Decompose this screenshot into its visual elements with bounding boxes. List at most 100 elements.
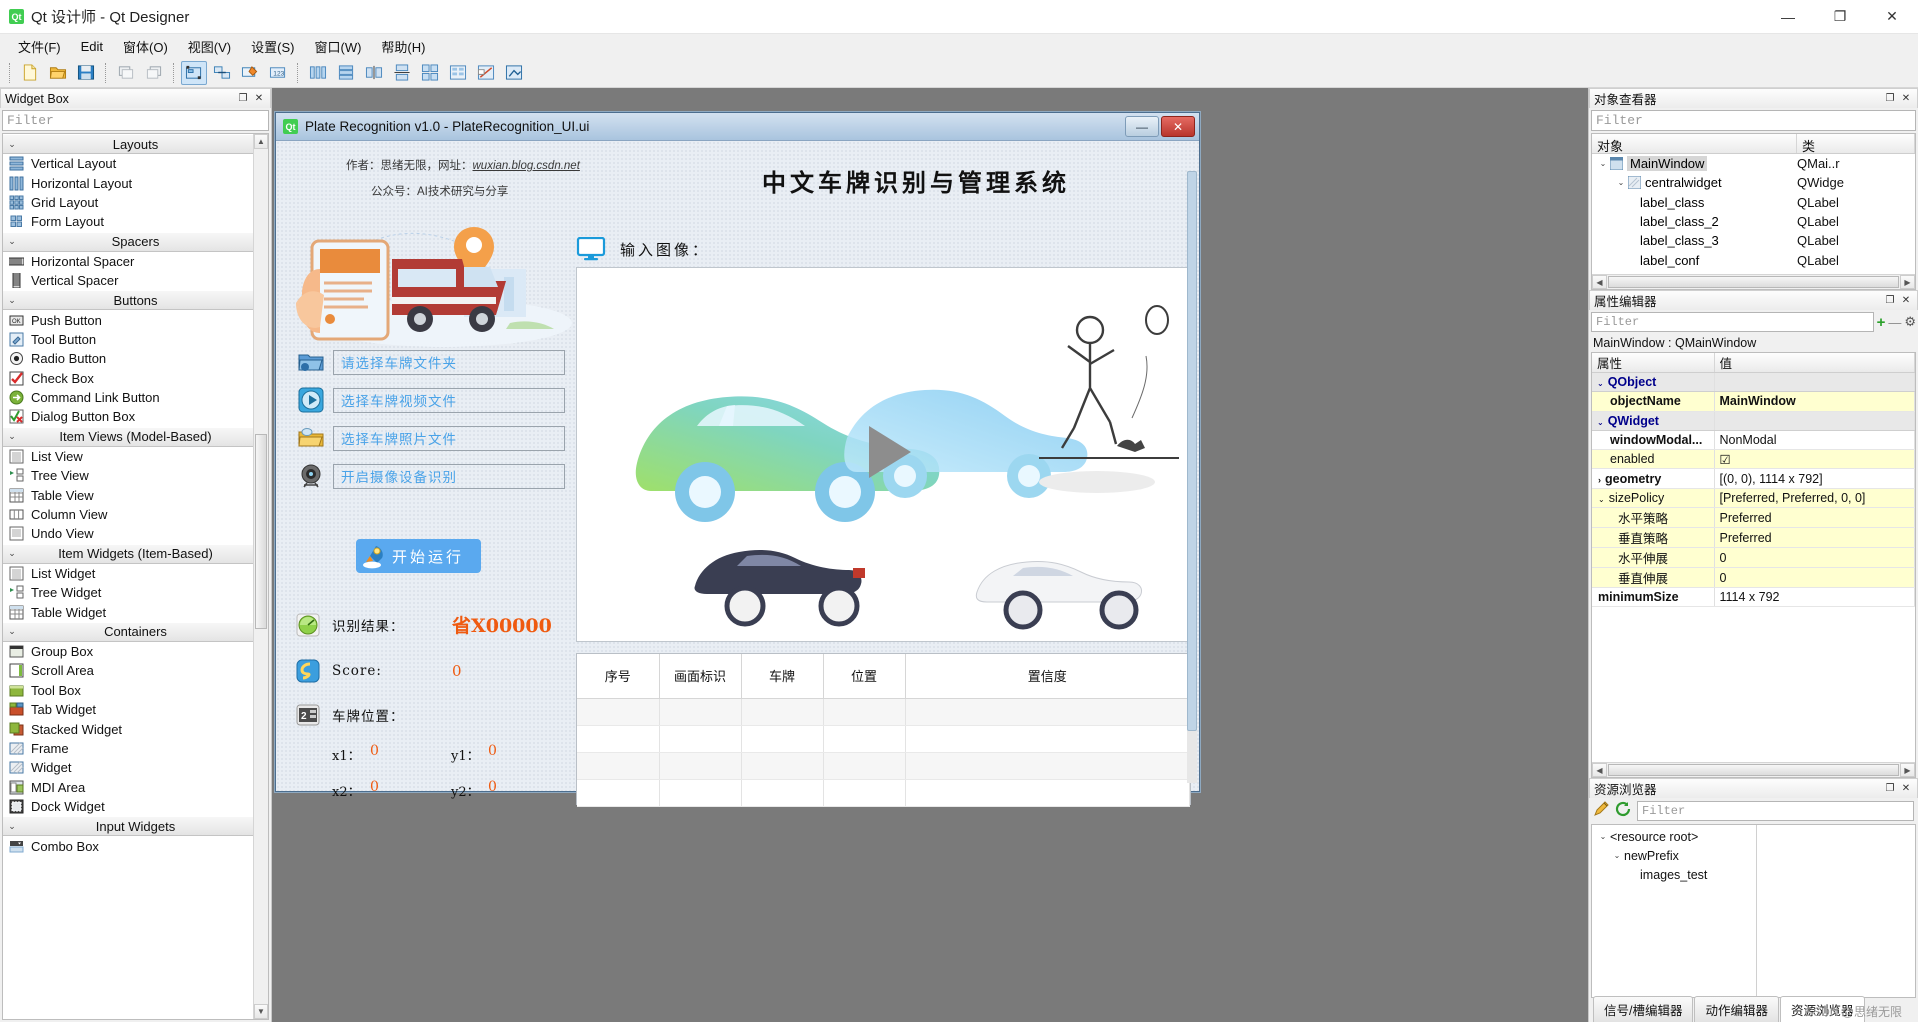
widget-item-horizontal-layout[interactable]: Horizontal Layout	[3, 173, 268, 192]
layout-horizontally-button[interactable]	[305, 61, 331, 85]
image-preview-area[interactable]	[576, 267, 1191, 642]
chevron-down-icon[interactable]: ⌄	[1597, 418, 1604, 427]
resource-tree-root[interactable]: ⌄ <resource root>	[1592, 827, 1756, 846]
configure-property-button[interactable]: ⚙	[1904, 314, 1916, 330]
scrollbar-thumb[interactable]	[1608, 764, 1899, 776]
property-value[interactable]: NonModal	[1714, 430, 1915, 451]
form-close-button[interactable]: ✕	[1161, 116, 1195, 137]
edit-buddies-button[interactable]	[237, 61, 263, 85]
widget-item-radio-button[interactable]: Radio Button	[3, 349, 268, 368]
col-value[interactable]: 值	[1714, 353, 1915, 373]
th-position[interactable]: 位置	[823, 654, 906, 699]
property-value[interactable]: Preferred	[1714, 527, 1915, 549]
col-class[interactable]: 类	[1797, 134, 1915, 154]
property-table-hscrollbar[interactable]: ◀ ▶	[1592, 762, 1915, 777]
widget-item-mdi-area[interactable]: MDI Area	[3, 778, 268, 797]
add-property-button[interactable]: +	[1877, 314, 1886, 331]
property-table-wrapper[interactable]: 属性 值 ⌄ QObject objectName MainWindow ⌄ Q…	[1591, 352, 1916, 778]
chevron-down-icon[interactable]: ⌄	[1596, 832, 1610, 841]
object-tree-row-mainwindow[interactable]: ⌄ MainWindow QMai..r	[1592, 154, 1915, 173]
col-property[interactable]: 属性	[1592, 353, 1715, 373]
property-row-sizepolicy[interactable]: ⌄ sizePolicy [Preferred, Preferred, 0, 0]	[1592, 488, 1915, 509]
widget-item-form-layout[interactable]: Form Layout	[3, 212, 268, 231]
widget-item-group-box[interactable]: Group Box	[3, 642, 268, 661]
scroll-right-icon[interactable]: ▶	[1900, 275, 1915, 289]
scroll-up-icon[interactable]: ▲	[254, 134, 268, 149]
property-group-qobject[interactable]: ⌄ QObject	[1592, 372, 1915, 393]
chevron-down-icon[interactable]: ⌄	[1598, 495, 1605, 504]
th-index[interactable]: 序号	[577, 654, 660, 699]
scroll-left-icon[interactable]: ◀	[1592, 275, 1607, 289]
float-icon[interactable]: ❐	[236, 92, 250, 106]
maximize-button[interactable]: ❐	[1814, 0, 1866, 34]
property-row-windowmodality[interactable]: windowModal... NonModal	[1592, 430, 1915, 451]
widget-category-spacers[interactable]: ⌄ Spacers	[3, 231, 268, 252]
pencil-icon[interactable]	[1593, 801, 1610, 821]
th-plate[interactable]: 车牌	[741, 654, 824, 699]
layout-vertically-button[interactable]	[333, 61, 359, 85]
save-form-button[interactable]	[73, 61, 99, 85]
resource-preview-pane[interactable]	[1757, 825, 1915, 997]
float-icon[interactable]: ❐	[1883, 782, 1897, 796]
col-object[interactable]: 对象	[1592, 134, 1797, 154]
widget-item-list-view[interactable]: List View	[3, 447, 268, 466]
property-value[interactable]: Preferred	[1714, 507, 1915, 529]
property-row-geometry[interactable]: › geometry [(0, 0), 1114 x 792]	[1592, 468, 1915, 489]
property-value[interactable]: [(0, 0), 1114 x 792]	[1714, 468, 1915, 489]
property-group-qwidget[interactable]: ⌄ QWidget	[1592, 411, 1915, 431]
widget-item-combo-box[interactable]: Combo Box	[3, 836, 268, 855]
form-window[interactable]: Qt Plate Recognition v1.0 - PlateRecogni…	[275, 112, 1200, 807]
widget-category-input-widgets[interactable]: ⌄ Input Widgets	[3, 816, 268, 837]
widget-category-layouts[interactable]: ⌄ Layouts	[3, 134, 268, 154]
design-area[interactable]: Qt Plate Recognition v1.0 - PlateRecogni…	[272, 88, 1588, 1022]
edit-signals-slots-button[interactable]	[209, 61, 235, 85]
widget-item-table-view[interactable]: Table View	[3, 485, 268, 504]
undo-button[interactable]	[113, 61, 139, 85]
widget-item-vertical-layout[interactable]: Vertical Layout	[3, 154, 268, 173]
property-value[interactable]: ☑	[1714, 449, 1915, 470]
th-confidence[interactable]: 置信度	[905, 654, 1190, 699]
scrollbar-thumb[interactable]	[255, 434, 267, 629]
widget-item-check-box[interactable]: Check Box	[3, 369, 268, 388]
widget-category-containers[interactable]: ⌄ Containers	[3, 621, 268, 642]
widget-item-widget[interactable]: Widget	[3, 758, 268, 777]
start-run-button[interactable]: 开始运行	[356, 539, 481, 573]
chevron-down-icon[interactable]: ⌄	[1597, 379, 1604, 388]
close-icon[interactable]: ✕	[252, 92, 266, 106]
refresh-icon[interactable]	[1615, 801, 1632, 821]
close-button[interactable]: ✕	[1866, 0, 1918, 34]
form-canvas[interactable]: 作者：思绪无限，网址：wuxian.blog.csdn.net 公众号：AI技术…	[276, 141, 1199, 807]
form-minimize-button[interactable]: —	[1125, 116, 1159, 137]
resource-tree[interactable]: ⌄ <resource root> ⌄ newPrefix images_tes…	[1592, 825, 1757, 997]
chevron-down-icon[interactable]: ⌄	[1610, 851, 1624, 860]
widget-category-item-views[interactable]: ⌄ Item Views (Model-Based)	[3, 426, 268, 447]
widget-item-frame[interactable]: Frame	[3, 739, 268, 758]
menu-file[interactable]: 文件(F)	[8, 34, 71, 59]
select-plate-folder-button[interactable]: 请选择车牌文件夹	[333, 349, 565, 375]
property-value[interactable]: 1114 x 792	[1714, 587, 1915, 608]
select-plate-photo-button[interactable]: 选择车牌照片文件	[333, 425, 565, 451]
edit-widgets-button[interactable]	[181, 60, 207, 85]
close-icon[interactable]: ✕	[1899, 92, 1913, 106]
widget-item-column-view[interactable]: Column View	[3, 505, 268, 524]
scrollbar-thumb[interactable]	[1187, 171, 1197, 731]
widget-item-tree-view[interactable]: Tree View	[3, 466, 268, 485]
property-row-hstretch[interactable]: 水平伸展 0	[1592, 547, 1915, 569]
remove-property-button[interactable]: —	[1888, 315, 1901, 330]
widget-item-tool-button[interactable]: Tool Button	[3, 330, 268, 349]
redo-button[interactable]	[141, 61, 167, 85]
widget-item-horizontal-spacer[interactable]: Horizontal Spacer	[3, 252, 268, 271]
widget-item-scroll-area[interactable]: Scroll Area	[3, 661, 268, 680]
widget-item-dialog-button-box[interactable]: Dialog Button Box	[3, 407, 268, 426]
th-frame-id[interactable]: 画面标识	[659, 654, 742, 699]
property-value[interactable]: 0	[1714, 547, 1915, 569]
minimize-button[interactable]: —	[1762, 0, 1814, 34]
property-value[interactable]: MainWindow	[1714, 391, 1915, 412]
new-form-button[interactable]	[17, 61, 43, 85]
tab-action-editor[interactable]: 动作编辑器	[1694, 996, 1779, 1022]
table-row[interactable]	[577, 725, 1190, 753]
widget-item-table-widget[interactable]: Table Widget	[3, 602, 268, 621]
widget-box-scrollbar[interactable]: ▲ ▼	[253, 134, 268, 1019]
open-camera-row[interactable]: 开启摄像设备识别	[298, 463, 565, 489]
select-plate-folder-row[interactable]: 请选择车牌文件夹	[298, 349, 565, 375]
